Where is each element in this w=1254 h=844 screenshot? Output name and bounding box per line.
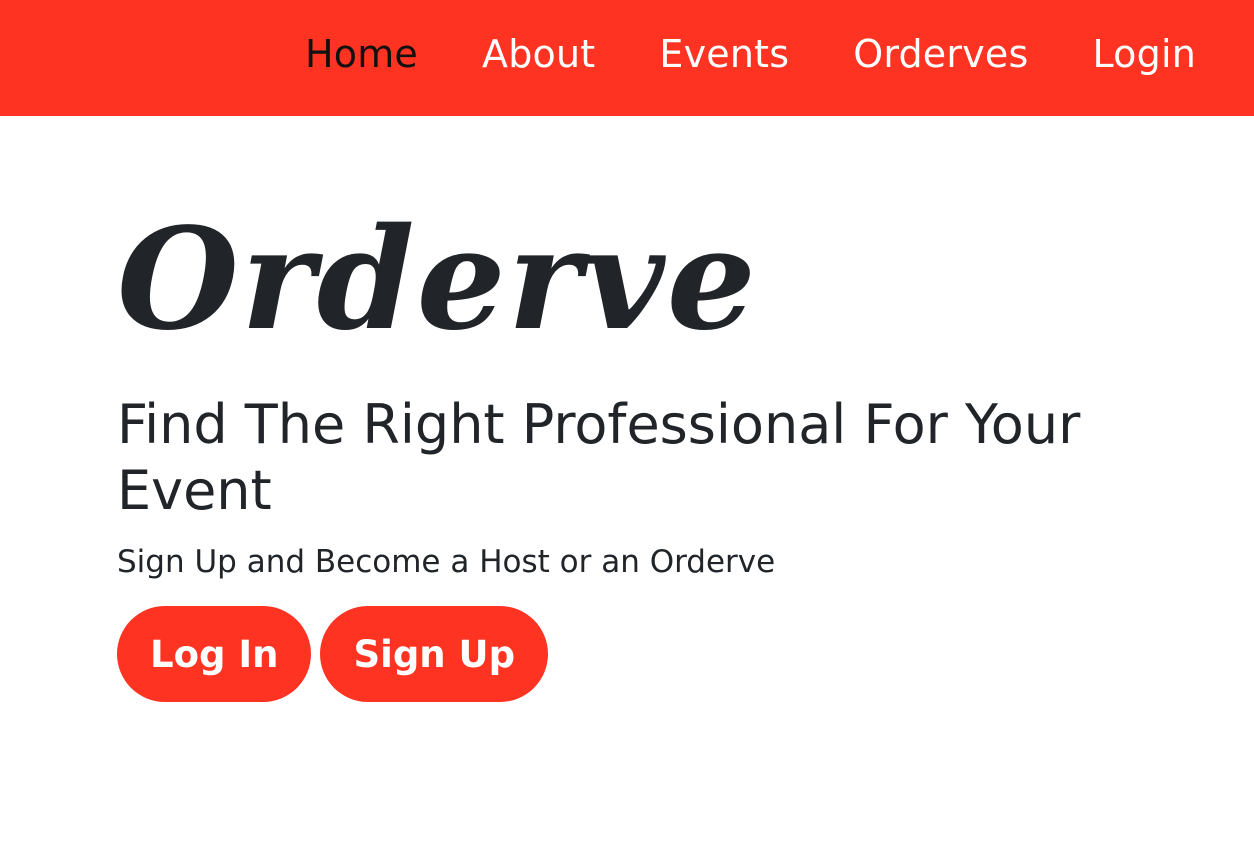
hero-tagline: Find The Right Professional For Your Eve… (117, 393, 1081, 522)
nav-item-orderves[interactable]: Orderves (853, 32, 1028, 76)
login-button[interactable]: Log In (117, 606, 312, 702)
hero-section: Orderve Find The Right Professional For … (117, 190, 1137, 702)
brand-title: Orderve (117, 198, 758, 362)
signup-button[interactable]: Sign Up (320, 606, 549, 702)
nav-item-about[interactable]: About (482, 32, 595, 76)
nav-menu: Home About Events Orderves Login (241, 0, 1196, 108)
hero-button-row: Log In Sign Up (117, 606, 1137, 702)
nav-item-login[interactable]: Login (1092, 32, 1196, 76)
nav-item-events[interactable]: Events (659, 32, 789, 76)
nav-item-home[interactable]: Home (305, 32, 418, 76)
top-navbar: Home About Events Orderves Login (0, 0, 1254, 116)
hero-subtext: Sign Up and Become a Host or an Orderve (117, 544, 776, 580)
